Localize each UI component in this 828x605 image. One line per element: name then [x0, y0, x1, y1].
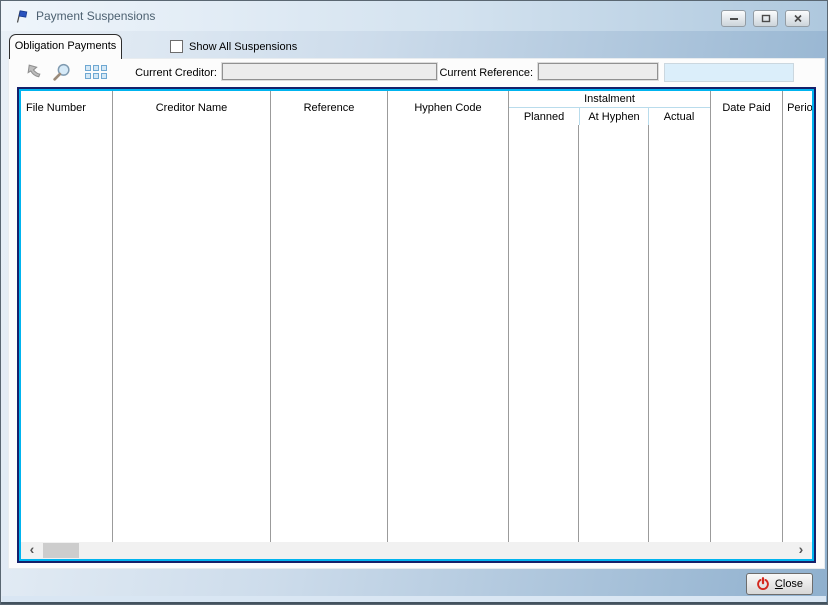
power-icon [757, 577, 769, 591]
payment-suspensions-window: Payment Suspensions Obligation Payments … [0, 0, 828, 605]
grid-view-icon[interactable] [85, 65, 107, 79]
content-panel: Current Creditor: Current Reference: Fil… [8, 58, 825, 569]
column-header-creditor-name: Creditor Name [113, 91, 271, 125]
group-header-instalment: Instalment [509, 91, 710, 108]
quick-filter-field[interactable] [664, 63, 794, 82]
grid-body-empty [21, 125, 812, 543]
pointer-icon[interactable] [25, 62, 44, 81]
current-reference-label: Current Reference: [439, 67, 533, 79]
column-header-at-hyphen: At Hyphen [579, 108, 648, 125]
window-title: Payment Suspensions [36, 9, 156, 23]
checkbox-label: Show All Suspensions [189, 40, 298, 53]
show-all-suspensions-checkbox[interactable]: Show All Suspensions [170, 40, 297, 53]
search-icon[interactable] [51, 62, 72, 83]
payments-grid: File Number Creditor Name Reference Hyph… [17, 87, 816, 563]
app-icon [16, 9, 28, 23]
column-header-actual: Actual [648, 108, 709, 125]
close-button-label: Close [774, 578, 804, 590]
column-header-reference: Reference [271, 91, 388, 125]
current-creditor-label: Current Creditor: [135, 67, 217, 79]
maximize-icon [761, 14, 770, 23]
scroll-left-arrow[interactable]: ‹ [23, 542, 41, 559]
column-header-period: Period [787, 102, 813, 114]
current-reference-field[interactable] [537, 62, 659, 81]
close-button[interactable]: Close [746, 573, 813, 595]
window-frame-edge [1, 602, 827, 604]
tab-obligation-payments[interactable]: Obligation Payments [9, 34, 122, 59]
minimize-icon [729, 18, 738, 20]
checkbox-box[interactable] [170, 40, 183, 53]
current-creditor-field[interactable] [221, 62, 438, 81]
column-header-file-number: File Number [21, 91, 113, 125]
horizontal-scrollbar[interactable]: ‹ › [21, 542, 812, 559]
scrollbar-thumb[interactable] [43, 543, 79, 558]
close-icon [793, 14, 802, 23]
close-window-button[interactable] [785, 10, 810, 27]
column-header-hyphen-code: Hyphen Code [388, 91, 509, 125]
maximize-button[interactable] [753, 10, 778, 27]
minimize-button[interactable] [721, 10, 746, 27]
column-header-planned: Planned [523, 110, 565, 123]
titlebar: Payment Suspensions [1, 1, 827, 31]
column-group-instalment: Instalment Planned At Hyphen Actual [509, 91, 711, 125]
scroll-right-arrow[interactable]: › [792, 542, 810, 559]
grid-header: File Number Creditor Name Reference Hyph… [21, 91, 812, 125]
column-header-date-paid: Date Paid [711, 91, 783, 125]
